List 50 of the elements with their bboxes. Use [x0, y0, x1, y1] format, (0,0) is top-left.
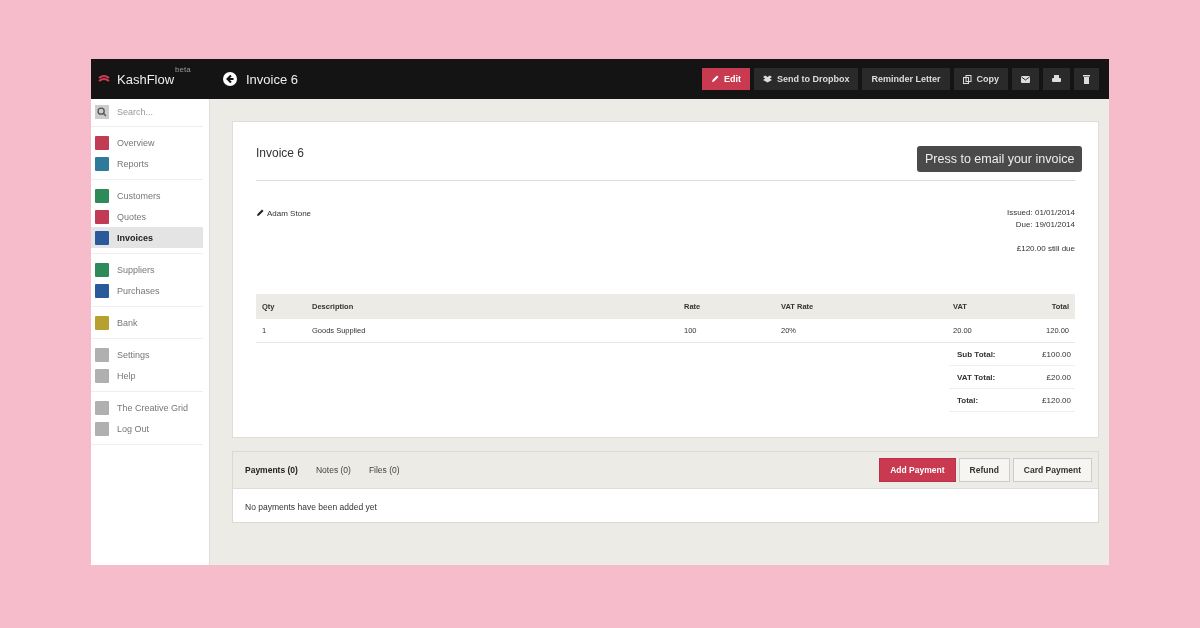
- sidebar-item[interactable]: Purchases: [91, 280, 203, 301]
- action-button[interactable]: Add Payment: [879, 458, 956, 482]
- toolbar-button[interactable]: Edit: [701, 68, 750, 90]
- sidebar-item[interactable]: Invoices: [91, 227, 203, 248]
- pencil-icon: [710, 75, 719, 83]
- trash-icon: [1083, 74, 1090, 84]
- mail-icon: [1021, 75, 1030, 83]
- print-icon: [1052, 75, 1061, 83]
- tooltip: Press to email your invoice: [917, 146, 1083, 172]
- sidebar-item[interactable]: Overview: [91, 132, 203, 153]
- toolbar-button[interactable]: Reminder Letter: [862, 68, 950, 90]
- sidebar-item[interactable]: Quotes: [91, 206, 203, 227]
- tab[interactable]: Payments (0): [245, 465, 298, 475]
- sidebar-item[interactable]: Help: [91, 365, 203, 386]
- sidebar-item[interactable]: Reports: [91, 153, 203, 174]
- sidebar-item[interactable]: Log Out: [91, 418, 203, 439]
- beta-label: beta: [175, 64, 191, 74]
- total-value: £120.00: [1042, 396, 1071, 405]
- issued-date: Issued: 01/01/2014: [1006, 207, 1075, 219]
- sidebar-item[interactable]: Bank: [91, 312, 203, 333]
- sidebar-item[interactable]: Customers: [91, 185, 203, 206]
- toolbar-button[interactable]: [1074, 68, 1099, 90]
- tab[interactable]: Files (0): [368, 465, 400, 475]
- toolbar-button[interactable]: Send to Dropbox: [753, 68, 859, 90]
- pencil-icon: [256, 209, 264, 217]
- sidebar-item[interactable]: Settings: [91, 344, 203, 365]
- back-icon[interactable]: [223, 72, 237, 86]
- total-label: Total:: [957, 396, 979, 405]
- toolbar-button[interactable]: [1043, 68, 1070, 90]
- dropbox-icon: [762, 75, 772, 83]
- search-icon: [95, 105, 109, 119]
- total-value: £20.00: [1046, 373, 1071, 382]
- toolbar-button[interactable]: Copy: [953, 68, 1008, 90]
- empty-message: No payments have been added yet: [245, 502, 377, 512]
- page-title: Invoice 6: [246, 71, 299, 87]
- due-date: Due: 19/01/2014: [1015, 219, 1075, 231]
- amount-due: £120.00 still due: [1016, 243, 1075, 255]
- action-button[interactable]: Card Payment: [1012, 458, 1092, 482]
- total-label: VAT Total:: [957, 373, 996, 382]
- logo-text: KashFlow: [117, 71, 175, 87]
- customer-name[interactable]: Adam Stone: [267, 208, 312, 218]
- sidebar-item[interactable]: The Creative Grid: [91, 397, 203, 418]
- action-button[interactable]: Refund: [958, 458, 1010, 482]
- logo-icon: [97, 74, 111, 84]
- toolbar-button[interactable]: [1012, 68, 1039, 90]
- sidebar-item[interactable]: Suppliers: [91, 259, 203, 280]
- copy-icon: [962, 74, 972, 84]
- total-label: Sub Total:: [957, 350, 996, 359]
- total-value: £100.00: [1042, 350, 1071, 359]
- tab[interactable]: Notes (0): [315, 465, 351, 475]
